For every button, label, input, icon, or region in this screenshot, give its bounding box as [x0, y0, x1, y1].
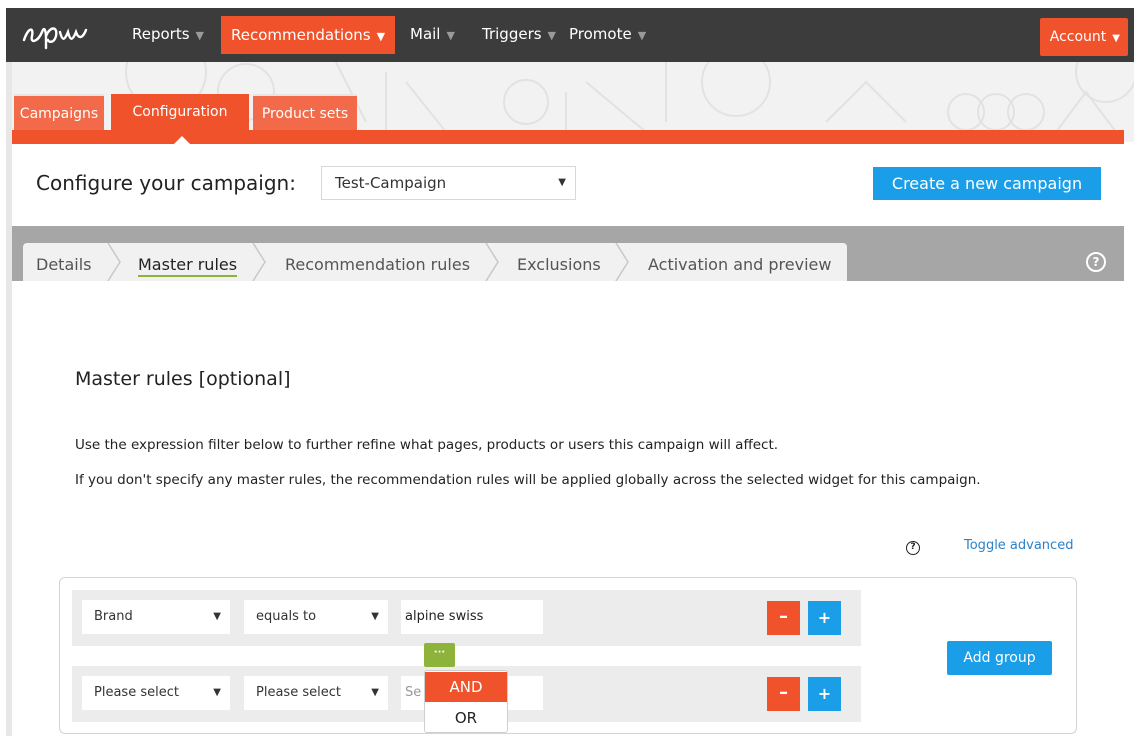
conjunction-toggle-button[interactable]: ···	[424, 643, 455, 667]
tab-product-sets[interactable]: Product sets	[253, 94, 357, 130]
rule-field-value: Please select	[94, 685, 179, 700]
chevron-down-icon: ▼	[376, 30, 386, 43]
configure-label: Configure your campaign:	[36, 171, 296, 195]
description-text: Use the expression filter below to furth…	[75, 437, 779, 453]
rule-value-input[interactable]: alpine swiss	[401, 600, 543, 634]
chevron-down-icon: ▼	[547, 29, 557, 42]
toggle-advanced-link[interactable]: Toggle advanced	[964, 538, 1073, 553]
rule-operator-select[interactable]: Please select ▼	[244, 676, 388, 710]
nav-triggers-label: Triggers	[482, 25, 542, 43]
nav-triggers[interactable]: Triggers ▼	[482, 23, 556, 59]
chevron-down-icon: ▼	[446, 29, 455, 42]
tab-configuration[interactable]: Configuration	[111, 94, 249, 131]
add-rule-button[interactable]: +	[808, 601, 841, 635]
step-master-rules[interactable]: Master rules	[138, 255, 238, 277]
account-menu-button[interactable]: Account ▼	[1039, 18, 1128, 56]
nav-promote[interactable]: Promote ▼	[569, 23, 646, 59]
step-exclusions[interactable]: Exclusions	[517, 255, 601, 274]
chevron-down-icon: ▼	[371, 687, 379, 698]
chevron-down-icon: ▼	[558, 177, 566, 188]
step-details[interactable]: Details	[36, 255, 91, 274]
rule-field-value: Brand	[94, 609, 133, 624]
chevron-right-icon	[107, 243, 121, 281]
top-navbar: Reports ▼ Recommendations ▼ Mail ▼ Triggers…	[6, 8, 1134, 62]
create-campaign-button[interactable]: Create a new campaign	[873, 167, 1101, 200]
nav-mail[interactable]: Mail ▼	[410, 23, 455, 59]
rule-operator-select[interactable]: equals to ▼	[244, 600, 388, 634]
remove-rule-button[interactable]: –	[767, 601, 800, 635]
rule-operator-value: equals to	[256, 609, 317, 624]
chevron-right-icon	[615, 243, 629, 281]
nav-recommendations-label: Recommendations	[231, 26, 371, 44]
campaign-select[interactable]: Test-Campaign ▼	[321, 166, 576, 200]
step-activation-preview[interactable]: Activation and preview	[648, 255, 831, 274]
conjunction-option-and[interactable]: AND	[425, 672, 507, 702]
chevron-down-icon: ▼	[637, 29, 647, 42]
account-label: Account	[1049, 29, 1107, 45]
chevron-right-icon	[252, 243, 266, 281]
nav-reports-label: Reports	[132, 25, 190, 43]
step-tabs: Details Master rules Recommendation rule…	[23, 243, 847, 281]
add-rule-button[interactable]: +	[808, 677, 841, 711]
chevron-down-icon: ▼	[213, 611, 221, 622]
chevron-right-icon	[485, 243, 499, 281]
rule-field-select[interactable]: Brand ▼	[82, 600, 230, 634]
nav-reports[interactable]: Reports ▼	[132, 23, 204, 59]
rule-field-select[interactable]: Please select ▼	[82, 676, 230, 710]
section-title: Master rules [optional]	[75, 368, 291, 390]
episerver-logo[interactable]	[20, 18, 92, 52]
conjunction-option-or[interactable]: OR	[425, 703, 507, 733]
help-circle-icon[interactable]: ?	[1086, 252, 1106, 272]
step-recommendation-rules[interactable]: Recommendation rules	[285, 255, 470, 274]
nav-mail-label: Mail	[410, 25, 441, 43]
conjunction-dropdown: AND OR	[424, 670, 508, 733]
active-tab-notch	[174, 136, 190, 144]
remove-rule-button[interactable]: –	[767, 677, 800, 711]
chevron-down-icon: ▼	[1112, 33, 1120, 44]
nav-promote-label: Promote	[569, 25, 632, 43]
left-edge	[6, 62, 12, 736]
chevron-down-icon: ▼	[371, 611, 379, 622]
description-text: If you don't specify any master rules, t…	[75, 472, 981, 488]
campaign-select-value: Test-Campaign	[335, 174, 447, 192]
nav-recommendations[interactable]: Recommendations ▼	[221, 16, 396, 54]
help-circle-icon[interactable]: ?	[906, 541, 920, 555]
chevron-down-icon: ▼	[213, 687, 221, 698]
chevron-down-icon: ▼	[195, 29, 205, 42]
rule-operator-value: Please select	[256, 685, 341, 700]
tab-campaigns[interactable]: Campaigns	[14, 94, 104, 130]
add-group-button[interactable]: Add group	[947, 641, 1052, 675]
